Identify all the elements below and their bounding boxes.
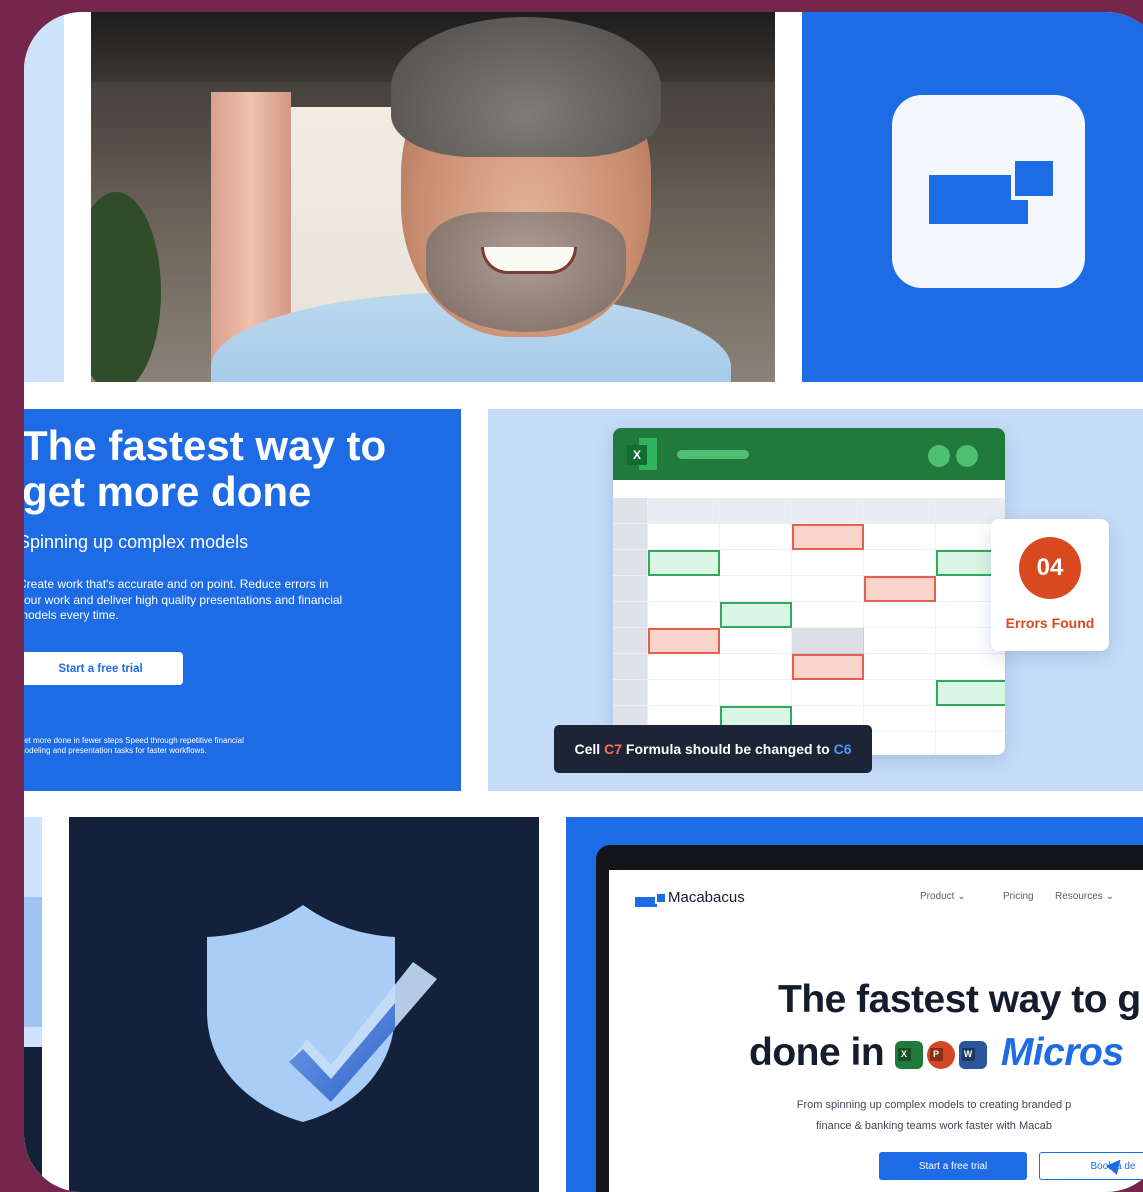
spreadsheet-cell	[864, 576, 936, 602]
website-tile: Macabacus Product ⌄ Pricing Resources ⌄ …	[566, 817, 1143, 1192]
error-count-badge: 04	[1019, 537, 1081, 599]
tooltip-cell: C7	[604, 741, 622, 757]
tooltip-prefix: Cell	[574, 741, 601, 757]
spreadsheet-cell	[648, 654, 720, 680]
spreadsheet-cell	[864, 654, 936, 680]
tooltip-middle: Formula should be changed to	[625, 741, 830, 757]
spreadsheet-cell	[792, 524, 864, 550]
nav-product[interactable]: Product ⌄	[920, 891, 966, 902]
nav-resources[interactable]: Resources ⌄	[1055, 891, 1114, 902]
spreadsheet-cell	[720, 654, 792, 680]
site-brand[interactable]: Macabacus	[668, 889, 745, 906]
spreadsheet-cell	[648, 550, 720, 576]
spreadsheet-cell	[720, 602, 792, 628]
title-brand: Micros	[1000, 1031, 1124, 1074]
website-screen: Macabacus Product ⌄ Pricing Resources ⌄ …	[609, 870, 1143, 1192]
hero-body: Create work that's accurate and on point…	[24, 577, 343, 622]
smiling-man-photo	[91, 12, 775, 382]
spreadsheet-cell	[864, 550, 936, 576]
spreadsheet-cell	[864, 732, 936, 755]
spreadsheet-cell	[864, 680, 936, 706]
book-demo-button[interactable]: Book a de	[1039, 1152, 1143, 1180]
hero-title: The fastest way to get more done	[24, 422, 387, 515]
site-start-trial-button[interactable]: Start a free trial	[879, 1152, 1027, 1180]
column-header-cell	[720, 498, 792, 524]
formula-tooltip: Cell C7 Formula should be changed to C6	[554, 725, 872, 773]
errors-found-card: 04 Errors Found	[991, 519, 1109, 651]
shield-check-icon	[207, 905, 437, 1122]
spreadsheet-cell	[864, 706, 936, 732]
title-placeholder	[677, 450, 749, 459]
site-title-line1: The fastest way to g	[778, 978, 1141, 1021]
hero-footer: Get more done in fewer steps Speed throu…	[24, 736, 244, 755]
spreadsheet-tile: X 04 Errors Found Cell C7 Formula should…	[488, 409, 1143, 791]
spreadsheet-titlebar: X	[613, 428, 1005, 480]
site-title-line2: done in XPW Micros	[749, 1028, 1124, 1078]
window-dot	[956, 445, 978, 467]
spreadsheet-cell	[792, 576, 864, 602]
row-header-cell	[613, 602, 648, 628]
hero-subtitle: Spinning up complex models	[24, 532, 249, 552]
left-edge-tile-bottom	[24, 817, 42, 1192]
spreadsheet-cell	[936, 706, 1005, 732]
spreadsheet-cell	[792, 628, 864, 654]
spreadsheet-cell	[864, 524, 936, 550]
spreadsheet-cell	[792, 602, 864, 628]
excel-icon: X	[894, 1040, 923, 1069]
title-prefix: done in	[749, 1031, 885, 1074]
row-header-cell	[613, 576, 648, 602]
spreadsheet-cell	[720, 524, 792, 550]
row-header-cell	[613, 498, 648, 524]
powerpoint-icon: P	[926, 1040, 955, 1069]
spreadsheet-cell	[720, 576, 792, 602]
spreadsheet-cell	[864, 602, 936, 628]
macabacus-logo-icon	[635, 890, 667, 908]
column-header-cell	[648, 498, 720, 524]
row-header-cell	[613, 680, 648, 706]
spreadsheet-cell	[648, 680, 720, 706]
app-logo-tile	[802, 12, 1143, 382]
window-dot	[928, 445, 950, 467]
macabacus-logo-icon	[892, 95, 1085, 288]
security-tile	[69, 817, 539, 1192]
spreadsheet-cell	[648, 576, 720, 602]
spreadsheet-cell	[792, 550, 864, 576]
spreadsheet-cell	[648, 628, 720, 654]
spreadsheet-cell	[720, 550, 792, 576]
row-header-cell	[613, 628, 648, 654]
site-description-line1: From spinning up complex models to creat…	[796, 1099, 1072, 1111]
errors-found-label: Errors Found	[1005, 615, 1095, 631]
spreadsheet-cell	[792, 654, 864, 680]
column-header-cell	[792, 498, 864, 524]
word-icon: W	[958, 1040, 987, 1069]
nav-pricing[interactable]: Pricing	[1003, 891, 1034, 902]
spreadsheet-cell	[864, 628, 936, 654]
left-edge-tile	[24, 12, 64, 382]
spreadsheet-window: X	[613, 428, 1005, 755]
row-header-cell	[613, 524, 648, 550]
collage-frame: The fastest way to get more done Spinnin…	[24, 12, 1143, 1192]
hero-card: The fastest way to get more done Spinnin…	[24, 409, 461, 791]
spreadsheet-cell	[936, 732, 1005, 755]
site-description-line2: finance & banking teams work faster with…	[815, 1120, 1052, 1132]
spreadsheet-cell	[936, 654, 1005, 680]
row-header-cell	[613, 654, 648, 680]
spreadsheet-cell	[648, 602, 720, 628]
tooltip-target: C6	[833, 741, 852, 757]
row-header-cell	[613, 550, 648, 576]
spreadsheet-cell	[720, 628, 792, 654]
spreadsheet-cell	[792, 680, 864, 706]
start-free-trial-button[interactable]: Start a free trial	[24, 652, 183, 685]
spreadsheet-cell	[720, 680, 792, 706]
excel-icon: X	[627, 438, 659, 470]
spreadsheet-cell	[936, 680, 1005, 706]
column-header-cell	[864, 498, 936, 524]
spreadsheet-cell	[648, 524, 720, 550]
